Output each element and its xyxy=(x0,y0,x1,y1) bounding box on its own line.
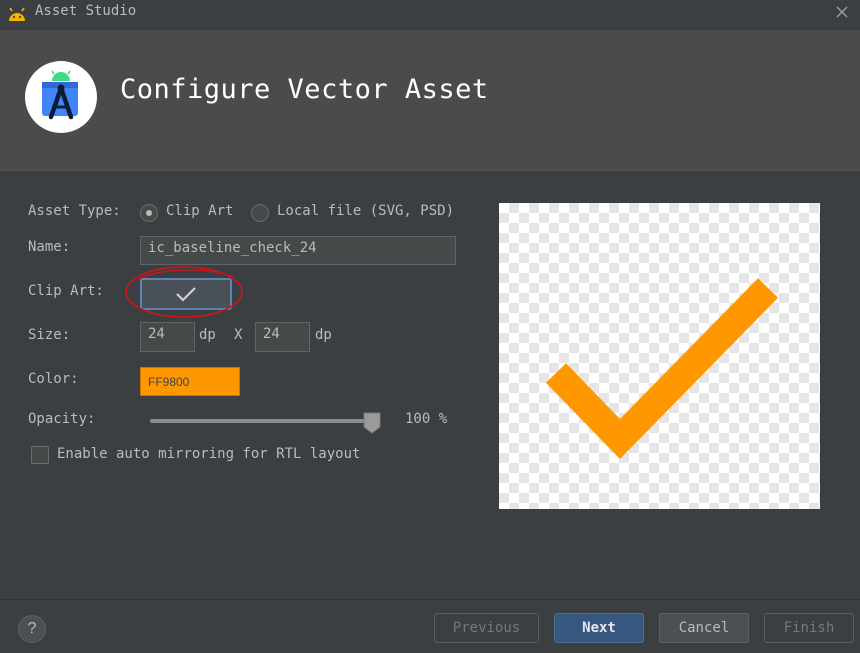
size-width-input[interactable]: 24 xyxy=(140,322,195,352)
check-icon xyxy=(545,278,778,460)
close-icon[interactable] xyxy=(834,4,850,20)
footer-divider xyxy=(0,599,860,600)
opacity-value: 100 % xyxy=(405,411,448,427)
android-studio-logo xyxy=(25,61,97,133)
help-button[interactable]: ? xyxy=(18,615,46,643)
android-studio-icon xyxy=(42,70,78,120)
opacity-slider-thumb[interactable] xyxy=(363,412,381,434)
auto-mirroring-checkbox[interactable] xyxy=(31,446,49,464)
color-picker[interactable]: FF9800 xyxy=(140,367,240,396)
cancel-button[interactable]: Cancel xyxy=(659,613,749,643)
dialog-header: Configure Vector Asset xyxy=(0,30,860,171)
local-file-radio[interactable] xyxy=(251,204,269,222)
title-bar: Asset Studio xyxy=(0,0,860,30)
size-label: Size: xyxy=(28,327,71,343)
size-separator: X xyxy=(234,327,243,343)
icon-preview xyxy=(499,203,820,509)
window-title: Asset Studio xyxy=(35,3,137,19)
opacity-label: Opacity: xyxy=(28,411,96,427)
next-button[interactable]: Next xyxy=(554,613,644,643)
clip-art-radio[interactable] xyxy=(140,204,158,222)
local-file-radio-label[interactable]: Local file (SVG, PSD) xyxy=(277,203,454,219)
size-height-unit: dp xyxy=(315,327,332,343)
auto-mirroring-label[interactable]: Enable auto mirroring for RTL layout xyxy=(57,446,360,462)
android-icon xyxy=(9,7,25,21)
clip-art-radio-label[interactable]: Clip Art xyxy=(166,203,233,219)
finish-button[interactable]: Finish xyxy=(764,613,854,643)
name-label: Name: xyxy=(28,239,71,255)
clip-art-label: Clip Art: xyxy=(28,283,104,299)
asset-type-label: Asset Type: xyxy=(28,203,121,219)
size-height-input[interactable]: 24 xyxy=(255,322,310,352)
name-input[interactable]: ic_baseline_check_24 xyxy=(140,236,456,265)
previous-button[interactable]: Previous xyxy=(434,613,539,643)
check-icon xyxy=(176,287,196,302)
page-title: Configure Vector Asset xyxy=(120,74,489,105)
opacity-slider-track[interactable] xyxy=(150,419,372,423)
color-label: Color: xyxy=(28,371,79,387)
size-width-unit: dp xyxy=(199,327,216,343)
clip-art-button[interactable] xyxy=(140,278,232,310)
